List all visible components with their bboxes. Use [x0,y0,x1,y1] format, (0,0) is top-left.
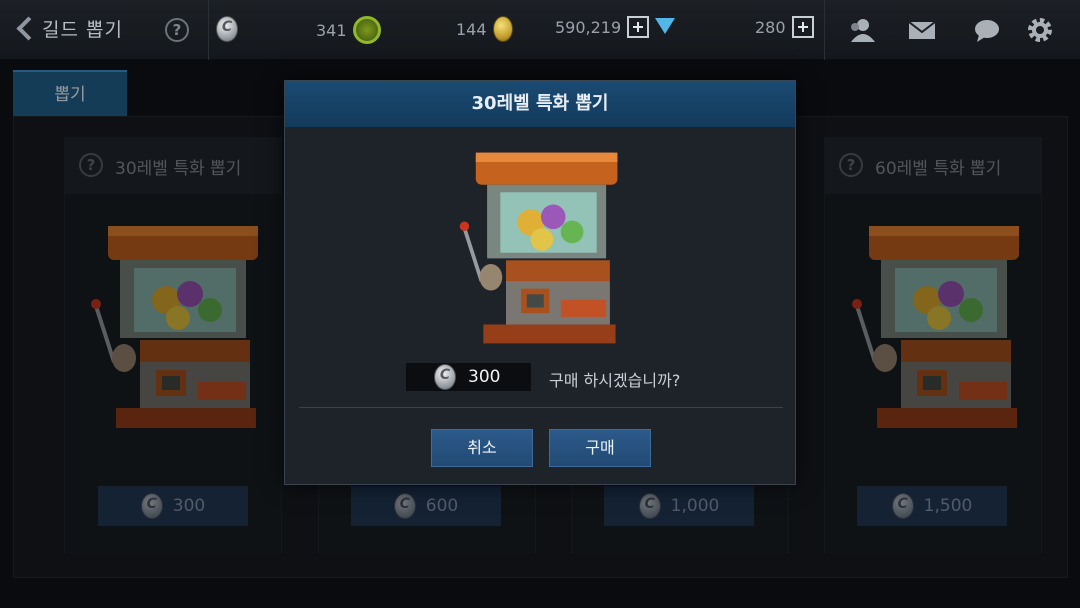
leaf-medal-counter: 341 [316,16,381,44]
top-bar: 길드 뽑기 ? 341 144 590,219 280 [0,0,1080,60]
mail-icon[interactable] [906,14,938,46]
gold-coin-counter: 144 [456,16,513,42]
silver-coin-icon [434,364,456,390]
energy-value: 280 [755,17,786,37]
cancel-button[interactable]: 취소 [431,429,533,467]
gold-coin-value: 144 [456,19,487,39]
chevron-left-icon [14,14,34,42]
dialog-question: 구매 하시겠습니까? [549,371,681,390]
silver-coin-icon [216,16,238,42]
divider [824,0,825,60]
page-title: 길드 뽑기 [42,18,123,41]
energy-counter: 280 [755,16,814,38]
purchase-dialog: 30레벨 특화 뽑기 300 구매 하시겠습니까? 취소 구매 [284,80,796,485]
divider [299,407,783,408]
help-icon[interactable]: ? [165,18,189,42]
friends-icon[interactable] [845,14,877,46]
add-gem-button[interactable] [627,16,650,38]
buy-button[interactable]: 구매 [549,429,651,467]
gear-icon[interactable] [1024,14,1056,46]
gold-coin-icon [492,16,513,42]
chat-icon[interactable] [971,14,1003,46]
guild-coin-indicator [216,16,238,42]
dialog-title: 30레벨 특화 뽑기 [285,81,795,127]
back-button[interactable]: 길드 뽑기 [14,14,123,42]
gem-counter: 590,219 [555,16,676,38]
gem-icon [655,18,676,36]
gem-value: 590,219 [555,17,622,37]
dialog-price-value: 300 [468,367,501,387]
divider [208,0,209,60]
leaf-medal-icon [352,16,381,44]
leaf-medal-value: 341 [316,20,347,40]
add-energy-button[interactable] [791,16,814,38]
dialog-price: 300 [406,363,531,391]
gacha-machine-image [459,152,618,344]
